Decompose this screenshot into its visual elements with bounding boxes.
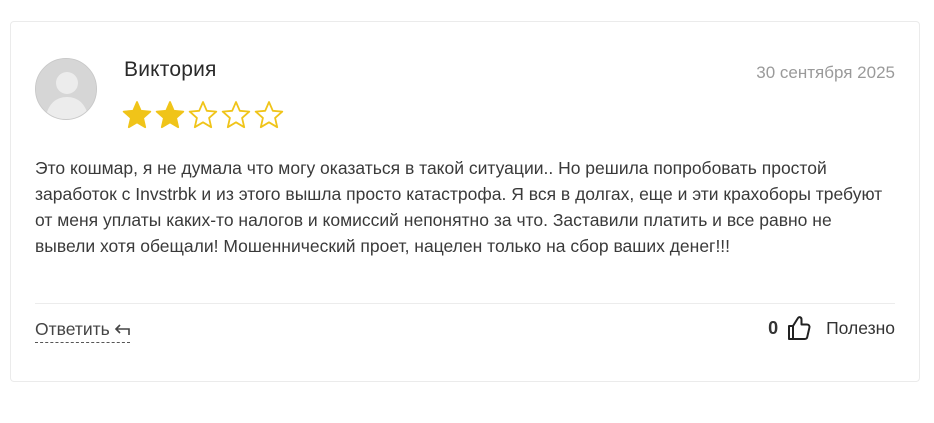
- review-text: Это кошмар, я не думала что могу оказать…: [35, 158, 883, 256]
- avatar: [35, 58, 97, 120]
- thumbs-up-icon[interactable]: [787, 315, 811, 341]
- star-outline-icon: [221, 101, 251, 129]
- review-card: Виктория 30 сентября 2025 Это кошмар, я …: [10, 21, 920, 382]
- star-filled-icon: [155, 101, 185, 129]
- star-outline-icon: [254, 101, 284, 129]
- reply-button[interactable]: Ответить: [35, 319, 130, 343]
- review-date: 30 сентября 2025: [756, 63, 895, 82]
- helpful-count: 0: [768, 317, 779, 338]
- star-outline-icon: [188, 101, 218, 129]
- divider: [35, 303, 895, 304]
- author-name: Виктория: [124, 58, 217, 81]
- reply-arrow-icon: [114, 323, 130, 335]
- helpful-label[interactable]: Полезно: [826, 318, 895, 339]
- star-rating: [122, 100, 284, 130]
- star-filled-icon: [122, 101, 152, 129]
- user-avatar-icon: [36, 59, 96, 119]
- reply-label: Ответить: [35, 319, 110, 339]
- helpful-section: 0 Полезно: [768, 315, 895, 341]
